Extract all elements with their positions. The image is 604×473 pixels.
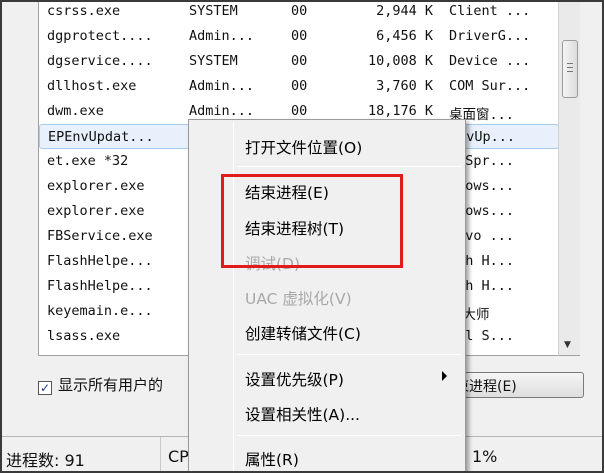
- show-all-users-checkbox[interactable]: ✓ 显示所有用户的: [38, 374, 163, 395]
- process-cpu: 00: [291, 3, 308, 19]
- vertical-scrollbar[interactable]: ▼: [558, 2, 580, 356]
- scrollbar-thumb[interactable]: [562, 40, 578, 98]
- task-manager-window: csrss.exe SYSTEM 00 2,944 K Client ... dgprot…: [0, 0, 604, 473]
- process-name: FlashHelpe...: [47, 278, 153, 294]
- process-memory: 2,944 K: [376, 3, 433, 19]
- menu-item-label: 属性(R): [245, 451, 299, 469]
- menu-item-label: UAC 虚拟化(V): [245, 290, 352, 308]
- memory-usage: 1%: [472, 447, 498, 466]
- process-cpu: 00: [291, 103, 308, 119]
- menu-item-label: 打开文件位置(O): [245, 139, 363, 157]
- process-name: csrss.exe: [47, 3, 121, 19]
- process-name: dgprotect....: [47, 28, 153, 44]
- menu-item-set-affinity[interactable]: 设置相关性(A)...: [193, 397, 461, 427]
- show-all-users-label: 显示所有用户的: [58, 376, 164, 394]
- process-name: EPEnvUpdat...: [48, 129, 154, 145]
- checkbox-check-icon: ✓: [38, 381, 52, 395]
- process-user: Admin...: [189, 28, 255, 44]
- process-name: FBService.exe: [47, 228, 153, 244]
- menu-item-label: 创建转储文件(C): [245, 325, 361, 343]
- process-cpu: 00: [291, 78, 308, 94]
- process-count: 进程数: 91: [6, 451, 85, 470]
- process-memory: 3,760 K: [376, 78, 433, 94]
- process-name: dwm.exe: [47, 103, 104, 119]
- process-memory: 10,008 K: [367, 53, 433, 69]
- process-row[interactable]: dgprotect.... Admin... 00 6,456 K DriverG...: [39, 24, 558, 49]
- process-description: COM Sur...: [449, 78, 531, 94]
- process-cpu: 00: [291, 28, 308, 44]
- process-name: keyemain.e...: [47, 303, 153, 319]
- menu-item-uac-virtualization: UAC 虚拟化(V): [193, 281, 461, 311]
- grip-icon: [567, 67, 573, 68]
- menu-separator: [237, 435, 461, 436]
- menu-item-label: 设置优先级(P): [245, 371, 344, 389]
- menu-item-label: 设置相关性(A)...: [245, 406, 360, 424]
- process-cpu: 00: [291, 53, 308, 69]
- menu-item-set-priority[interactable]: 设置优先级(P): [193, 362, 461, 392]
- menu-separator: [237, 354, 461, 355]
- process-name: dllhost.exe: [47, 78, 137, 94]
- menu-item-create-dump-file[interactable]: 创建转储文件(C): [193, 316, 461, 346]
- menu-separator: [237, 166, 461, 167]
- grip-icon: [567, 71, 573, 72]
- submenu-arrow-icon: [442, 371, 447, 381]
- process-name: FlashHelpe...: [47, 253, 153, 269]
- process-description: Client ...: [449, 3, 531, 19]
- process-name: et.exe *32: [47, 153, 129, 169]
- process-description: Device ...: [449, 53, 531, 69]
- context-menu: 打开文件位置(O) 结束进程(E) 结束进程树(T) 调试(D) UAC 虚拟化…: [188, 119, 466, 471]
- process-row[interactable]: dgservice.... SYSTEM 00 10,008 K Device ...: [39, 49, 558, 74]
- end-process-button[interactable]: 束进程(E): [448, 372, 584, 398]
- process-memory: 18,176 K: [367, 103, 433, 119]
- scroll-down-arrow-icon[interactable]: ▼: [564, 340, 571, 350]
- process-row[interactable]: csrss.exe SYSTEM 00 2,944 K Client ...: [39, 2, 558, 24]
- process-description: DriverG...: [449, 28, 531, 44]
- grip-icon: [567, 63, 573, 64]
- process-name: dgservice....: [47, 53, 153, 69]
- process-user: Admin...: [189, 78, 255, 94]
- status-divider: [160, 437, 161, 471]
- process-user: Admin...: [189, 103, 255, 119]
- process-name: explorer.exe: [47, 178, 145, 194]
- process-row[interactable]: dllhost.exe Admin... 00 3,760 K COM Sur...: [39, 74, 558, 99]
- process-user: SYSTEM: [189, 3, 238, 19]
- cpu-usage: CP: [168, 447, 189, 466]
- menu-item-properties[interactable]: 属性(R): [193, 442, 461, 471]
- process-name: explorer.exe: [47, 203, 145, 219]
- process-memory: 6,456 K: [376, 28, 433, 44]
- highlight-annotation-box: [221, 174, 403, 268]
- menu-item-open-file-location[interactable]: 打开文件位置(O): [193, 130, 461, 160]
- process-name: lsm.exe: [47, 353, 104, 355]
- process-name: lsass.exe: [47, 328, 121, 344]
- process-user: SYSTEM: [189, 53, 238, 69]
